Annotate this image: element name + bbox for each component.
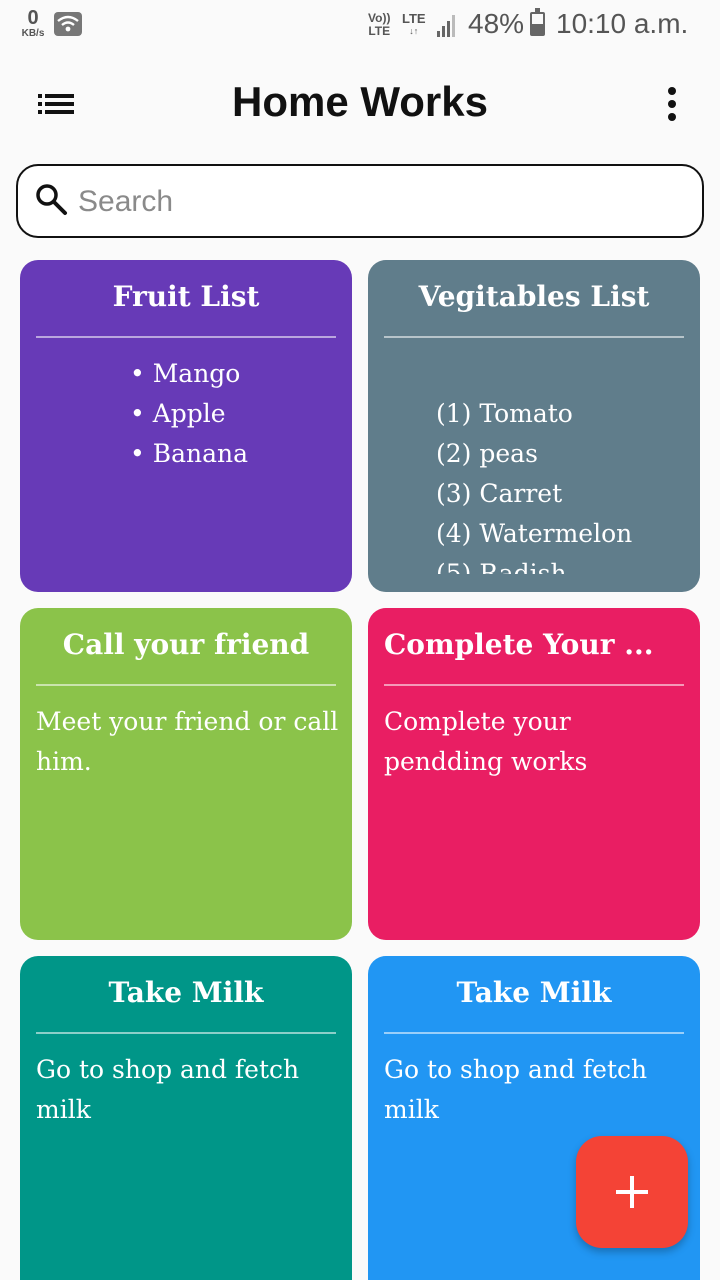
search-icon [36,184,67,215]
note-title: Call your friend [62,628,310,661]
note-body: Complete your pendding works [384,707,588,776]
note-divider [36,1032,336,1034]
note-title: Take Milk [456,976,612,1009]
page-title: Home Works [232,78,488,125]
search-bar[interactable] [16,164,704,238]
list-item: (3) Carret [436,479,563,508]
status-clock: 10:10 a.m. [556,8,689,39]
list-item: (1) Tomato [436,399,573,428]
note-body: Go to shop and fetch milk [36,1055,300,1124]
list-item: (4) Watermelon [436,519,633,548]
note-divider [384,336,684,338]
note-body: Go to shop and fetch milk [384,1055,648,1124]
lte-arrows: ↓↑ [409,26,419,36]
note-list: • Mango • Apple • Banana [130,354,248,474]
volte-bottom-label: LTE [368,24,391,38]
list-item: (2) peas [436,439,538,468]
more-vert-icon [668,87,676,121]
plus-icon [616,1176,648,1208]
list-item: • Banana [130,439,248,468]
note-body: Meet your friend or call him. [36,707,339,776]
search-input[interactable] [78,174,678,230]
signal-icon [436,12,460,43]
volte-indicator: Vo)) LTE [368,12,390,38]
wifi-icon [54,12,82,36]
note-title: Complete Your ... [384,628,654,661]
note-divider [36,336,336,338]
note-list: (1) Tomato (2) peas (3) Carret (4) Water… [436,394,694,574]
note-card-take-milk[interactable]: Take Milk Go to shop and fetch milk [20,956,352,1280]
battery-icon [530,8,545,36]
list-item: • Mango [130,359,241,388]
battery-percent: 48% [468,8,525,39]
note-card-fruit-list[interactable]: Fruit List • Mango • Apple • Banana [20,260,352,592]
note-divider [36,684,336,686]
note-card-complete-works[interactable]: Complete Your ... Complete your pendding… [368,608,700,940]
note-card-call-friend[interactable]: Call your friend Meet your friend or cal… [20,608,352,940]
network-speed-unit: KB/s [21,28,45,39]
status-bar: 0 KB/s Vo)) LTE LTE ↓↑ 48% 10:10 a.m. [0,0,720,52]
more-options-button[interactable] [648,82,696,126]
network-speed: 0 KB/s [18,8,48,39]
list-item: (5) Radish [436,559,567,574]
lte-label: LTE [402,11,426,26]
note-card-vegetables-list[interactable]: Vegitables List (1) Tomato (2) peas (3) … [368,260,700,592]
list-item: • Apple [130,399,226,428]
note-title: Vegitables List [418,280,650,313]
note-divider [384,1032,684,1034]
network-speed-value: 0 [27,7,39,29]
note-title: Fruit List [112,280,260,313]
app-bar: Home Works [0,62,720,146]
lte-indicator: LTE ↓↑ [402,12,426,38]
add-note-button[interactable] [576,1136,688,1248]
battery-fill [532,24,543,34]
note-divider [384,684,684,686]
note-title: Take Milk [108,976,264,1009]
